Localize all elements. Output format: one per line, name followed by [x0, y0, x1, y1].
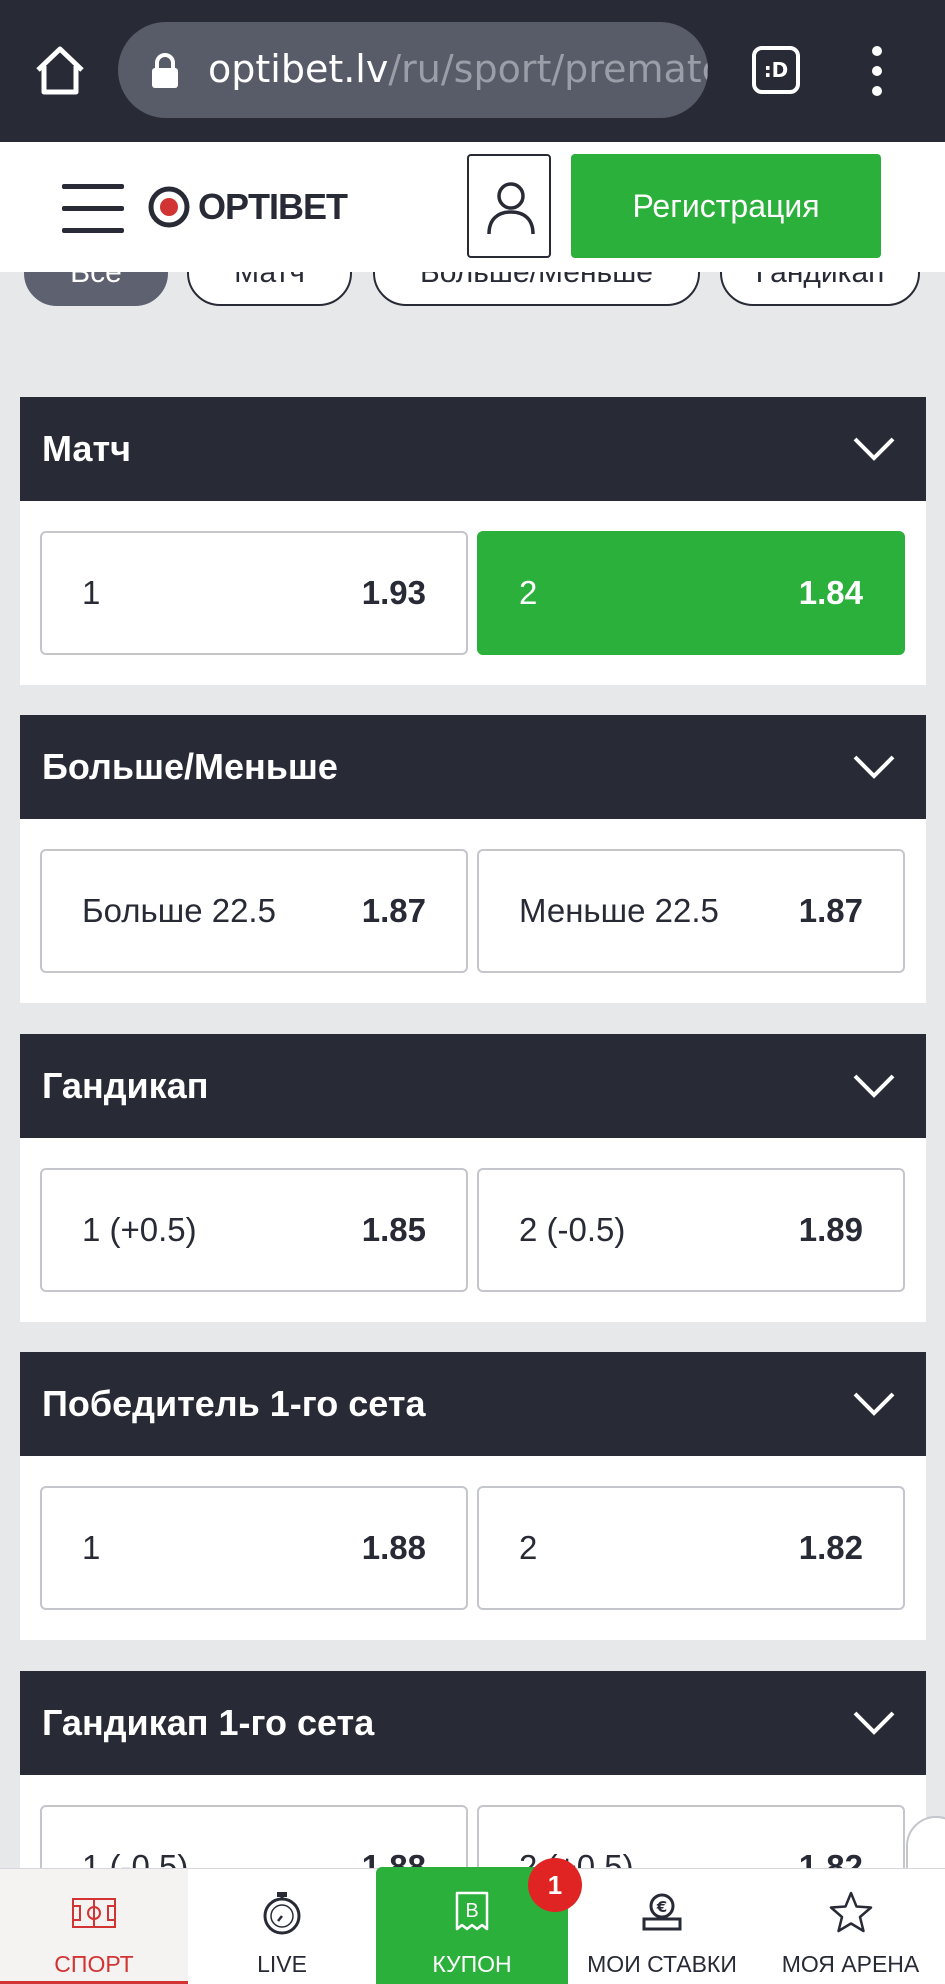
chevron-down-icon: [853, 1074, 895, 1098]
odds-label: 1 (+0.5): [82, 1211, 197, 1248]
odds-label: 2 (-0.5): [519, 1211, 626, 1248]
odds-label: 2: [519, 574, 538, 611]
market-card: Больше/Меньше Больше 22.5 1.87 Меньше 22…: [20, 715, 926, 1003]
nav-coupon-label: КУПОН: [432, 1951, 512, 1977]
hamburger-menu-icon[interactable]: [62, 184, 124, 234]
stopwatch-icon: [263, 1892, 301, 1935]
nav-my-bets[interactable]: € МОИ СТАВКИ: [568, 1869, 756, 1984]
odds-label: Меньше 22.5: [519, 892, 719, 929]
my-bets-icon: €: [642, 1893, 682, 1931]
nav-live[interactable]: LIVE: [188, 1869, 376, 1984]
chevron-down-icon: [853, 1392, 895, 1416]
filter-chip-handicap[interactable]: Гандикап: [720, 272, 920, 306]
nav-my-arena-label: МОЯ АРЕНА: [781, 1951, 920, 1977]
market-body: Больше 22.5 1.87 Меньше 22.5 1.87: [20, 819, 926, 1003]
browser-toolbar: optibet.lv/ru/sport/prematc :D: [0, 0, 945, 142]
odds-value: 1.93: [361, 574, 426, 611]
logo-mark-icon: [148, 186, 190, 228]
account-button[interactable]: [467, 154, 551, 258]
nav-live-label: LIVE: [257, 1951, 307, 1977]
optibet-logo[interactable]: OPTIBET: [148, 182, 348, 232]
odds-label: 1: [82, 1529, 101, 1566]
site-header: OPTIBET Регистрация: [0, 142, 945, 272]
url-host: optibet.lv: [208, 47, 389, 91]
filter-chip-over-under[interactable]: Больше/Меньше: [373, 272, 700, 306]
odds-button[interactable]: Меньше 22.5 1.87: [477, 849, 905, 973]
odds-value: 1.84: [798, 574, 863, 611]
chevron-down-icon: [853, 437, 895, 461]
market-title: Гандикап: [42, 1065, 209, 1106]
bottom-navigation: СПОРТ LIVE B КУПОН € МОИ СТАВКИ МОЯ АРЕН…: [0, 1867, 945, 1984]
market-title: Больше/Меньше: [42, 746, 338, 787]
odds-button[interactable]: Больше 22.5 1.87: [40, 849, 468, 973]
register-button[interactable]: Регистрация: [571, 154, 881, 258]
url-path: /ru/sport/prematc: [388, 47, 708, 91]
market-body: 1 1.88 2 1.82: [20, 1456, 926, 1640]
odds-label: Больше 22.5: [82, 892, 276, 929]
coupon-icon: B: [455, 1891, 489, 1931]
market-body: 1 (+0.5) 1.85 2 (-0.5) 1.89: [20, 1138, 926, 1322]
market-body: 1 1.93 2 1.84: [20, 501, 926, 685]
odds-button[interactable]: 2 1.82: [477, 1486, 905, 1610]
star-icon: [829, 1891, 872, 1933]
nav-my-bets-label: МОИ СТАВКИ: [587, 1951, 737, 1977]
odds-value: 1.87: [361, 892, 426, 929]
odds-button[interactable]: 1 (+0.5) 1.85: [40, 1168, 468, 1292]
odds-value: 1.82: [798, 1529, 863, 1566]
odds-button[interactable]: 1 1.88: [40, 1486, 468, 1610]
odds-value: 1.88: [361, 1529, 426, 1566]
user-icon: [487, 182, 535, 235]
market-title: Победитель 1-го сета: [42, 1383, 426, 1424]
market-title: Матч: [42, 428, 131, 469]
odds-button[interactable]: 1 1.93: [40, 531, 468, 655]
chevron-down-icon: [853, 1711, 895, 1735]
odds-value: 1.85: [361, 1211, 426, 1248]
filter-chip-all[interactable]: Все: [24, 272, 168, 306]
lock-icon: [152, 53, 178, 88]
market-card: Гандикап 1 (+0.5) 1.85 2 (-0.5) 1.89: [20, 1034, 926, 1322]
market-header[interactable]: Матч: [20, 397, 926, 501]
odds-label: 1: [82, 574, 101, 611]
home-icon[interactable]: [30, 40, 90, 100]
address-bar[interactable]: optibet.lv/ru/sport/prematc: [118, 22, 708, 118]
svg-text:€: €: [656, 1898, 667, 1916]
odds-value: 1.89: [798, 1211, 863, 1248]
market-header[interactable]: Больше/Меньше: [20, 715, 926, 819]
market-filter-bar: Все Матч Больше/Меньше Гандикап: [0, 272, 945, 312]
market-header[interactable]: Гандикап: [20, 1034, 926, 1138]
url-text: optibet.lv/ru/sport/prematc: [208, 47, 708, 91]
market-title: Гандикап 1-го сета: [42, 1702, 375, 1743]
sport-field-icon: [72, 1898, 116, 1928]
odds-button-selected[interactable]: 2 1.84: [477, 531, 905, 655]
svg-text:B: B: [465, 1900, 478, 1922]
odds-label: 2: [519, 1529, 538, 1566]
market-card: Матч 1 1.93 2 1.84: [20, 397, 926, 685]
nav-sport[interactable]: СПОРТ: [0, 1869, 188, 1984]
nav-my-arena[interactable]: МОЯ АРЕНА: [756, 1869, 945, 1984]
chevron-down-icon: [853, 755, 895, 779]
coupon-count-badge: 1: [528, 1858, 582, 1912]
odds-button[interactable]: 2 (-0.5) 1.89: [477, 1168, 905, 1292]
filter-chip-match[interactable]: Матч: [187, 272, 352, 306]
odds-value: 1.87: [798, 892, 863, 929]
market-card: Победитель 1-го сета 1 1.88 2 1.82: [20, 1352, 926, 1640]
nav-sport-label: СПОРТ: [54, 1951, 134, 1977]
market-header[interactable]: Гандикап 1-го сета: [20, 1671, 926, 1775]
market-header[interactable]: Победитель 1-го сета: [20, 1352, 926, 1456]
browser-menu-icon[interactable]: [862, 46, 892, 96]
logo-text: OPTIBET: [198, 186, 348, 227]
tab-switcher-button[interactable]: :D: [752, 46, 800, 94]
